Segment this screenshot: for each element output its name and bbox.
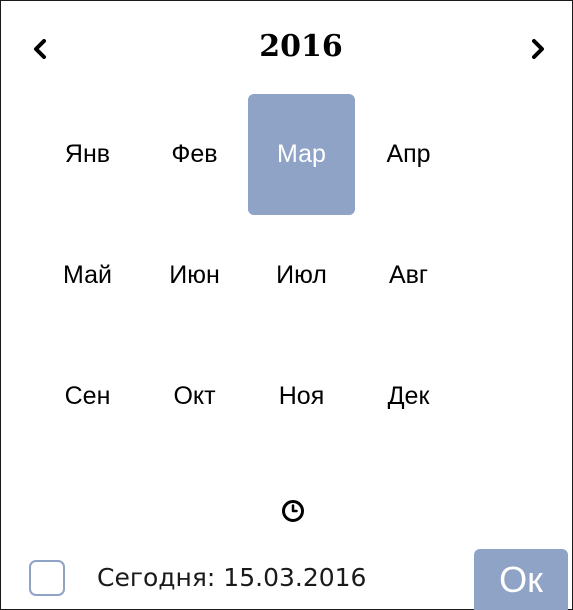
month-jun[interactable]: Июн [141,215,248,336]
picker-footer: Сегодня: 15.03.2016 Ок [1,549,572,610]
chevron-right-icon [532,39,544,59]
month-grid: Янв Фев Мар Апр Май Июн Июл Авг Сен Окт … [34,94,474,457]
clock-icon [282,500,304,522]
time-toggle-button[interactable] [280,498,306,524]
today-label[interactable]: Сегодня: 15.03.2016 [97,558,366,598]
today-checkbox[interactable] [29,560,65,596]
month-apr[interactable]: Апр [355,94,462,215]
month-picker: 2016 Янв Фев Мар Апр Май Июн Июл Авг Сен… [0,0,573,610]
chevron-left-icon [34,39,46,59]
month-aug[interactable]: Авг [355,215,462,336]
month-oct[interactable]: Окт [141,336,248,457]
year-title[interactable]: 2016 [181,27,421,67]
next-year-button[interactable] [531,31,545,67]
month-dec[interactable]: Дек [355,336,462,457]
month-may[interactable]: Май [34,215,141,336]
month-nov[interactable]: Ноя [248,336,355,457]
ok-button[interactable]: Ок [474,549,568,610]
month-jan[interactable]: Янв [34,94,141,215]
prev-year-button[interactable] [33,31,47,67]
month-feb[interactable]: Фев [141,94,248,215]
month-mar[interactable]: Мар [248,94,355,215]
month-sep[interactable]: Сен [34,336,141,457]
month-jul[interactable]: Июл [248,215,355,336]
